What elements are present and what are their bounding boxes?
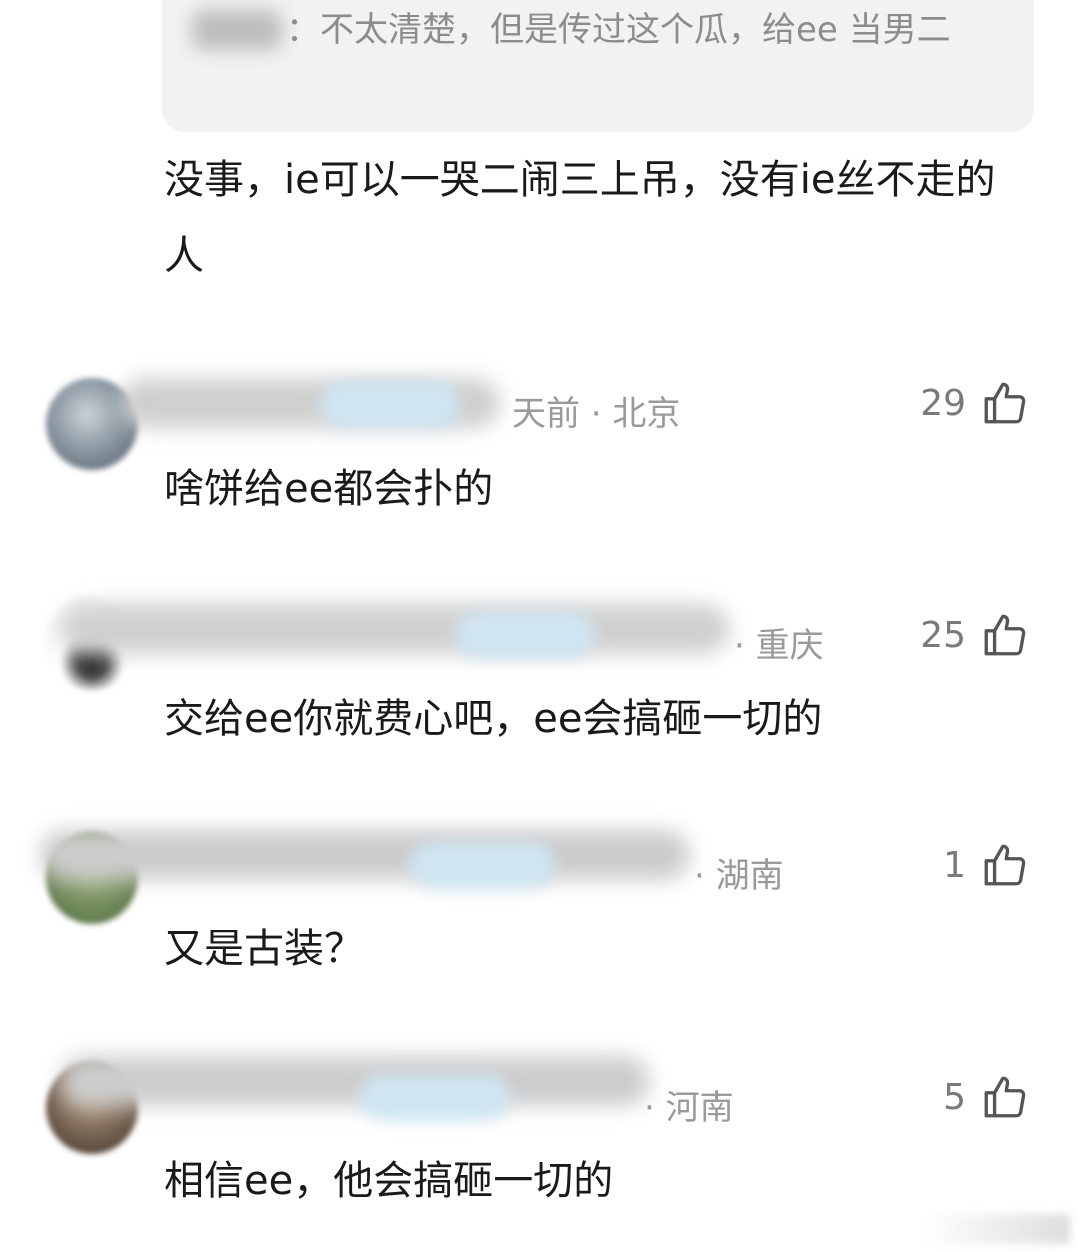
user-badge-blurred [320, 382, 460, 428]
user-badge-blurred [455, 612, 595, 658]
comment-meta: 天前 · 北京 [512, 394, 681, 434]
like-count: 25 [920, 614, 966, 656]
comment-meta: · 重庆 [734, 626, 824, 666]
like-button[interactable]: 29 [920, 378, 1030, 428]
comment-text: 没事，ie可以一哭二闹三上吊，没有ie丝不走的人 [164, 157, 996, 279]
thumbs-up-icon [980, 378, 1030, 428]
thumbs-up-icon [980, 840, 1030, 890]
comment-item: · 重庆 25 交给ee你就费心吧，ee会搞砸一切的 [0, 598, 1080, 798]
comment-text: 相信ee，他会搞砸一切的 [164, 1158, 614, 1204]
quoted-reply-text: ：不太清楚，但是传过这个瓜，给ee 当男二 [286, 10, 951, 50]
comment-meta: · 湖南 [694, 856, 784, 896]
user-badge-blurred [410, 842, 555, 888]
like-count: 5 [943, 1076, 966, 1118]
comment-item: 天前 · 北京 29 啥饼给ee都会扑的 [0, 368, 1080, 568]
thumbs-up-icon [980, 610, 1030, 660]
comment-text: 又是古装？ [164, 926, 364, 972]
username-blurred[interactable] [60, 604, 730, 654]
quoted-reply-box[interactable]: ：不太清楚，但是传过这个瓜，给ee 当男二 [162, 0, 1034, 132]
comment-item: · 河南 5 相信ee，他会搞砸一切的 [0, 1052, 1080, 1252]
username-blurred[interactable] [60, 1056, 650, 1106]
like-count: 1 [943, 844, 966, 886]
like-count: 29 [920, 382, 966, 424]
comment-text: 交给ee你就费心吧，ee会搞砸一切的 [164, 696, 823, 742]
user-badge-blurred [360, 1074, 510, 1120]
username-blurred[interactable] [40, 830, 690, 880]
thumbs-up-icon [980, 1072, 1030, 1122]
like-button[interactable]: 25 [920, 610, 1030, 660]
comment-text: 啥饼给ee都会扑的 [164, 466, 494, 512]
comment-item: · 湖南 1 又是古装？ [0, 828, 1080, 1028]
comment-meta: · 河南 [644, 1088, 734, 1128]
like-button[interactable]: 1 [943, 840, 1030, 890]
watermark-blurred [920, 1214, 1070, 1244]
like-button[interactable]: 5 [943, 1072, 1030, 1122]
